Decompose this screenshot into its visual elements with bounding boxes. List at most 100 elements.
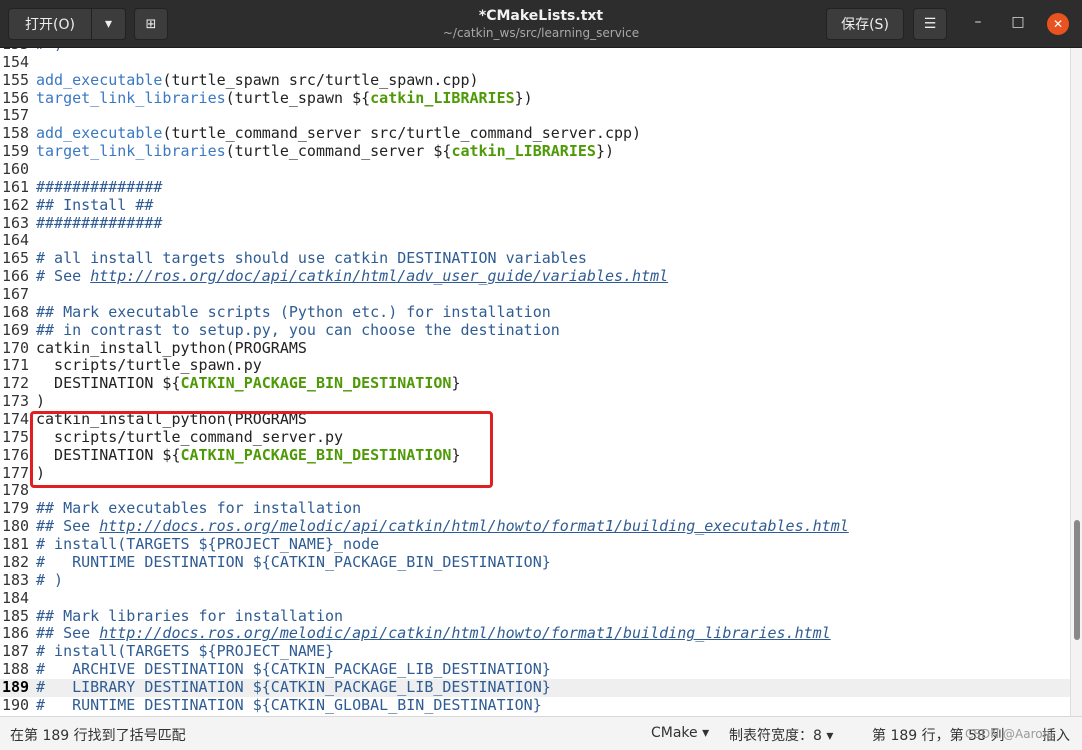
code-token-comment: # ) xyxy=(36,570,64,589)
code-token-comment: # RUNTIME DESTINATION ${CATKIN_PACKAGE_B… xyxy=(36,552,551,571)
vertical-scrollbar[interactable] xyxy=(1070,48,1082,716)
line-text: ## Mark executables for installation xyxy=(36,499,361,518)
code-line[interactable]: 168 ## Mark executable scripts (Python et… xyxy=(0,302,1070,322)
line-number: 159 xyxy=(2,142,30,161)
code-token-comment: ############## xyxy=(36,177,163,196)
code-link[interactable]: http://ros.org/doc/api/catkin/html/adv_u… xyxy=(90,267,668,285)
line-number: 188 xyxy=(2,660,30,679)
code-line[interactable]: 189 # LIBRARY DESTINATION ${CATKIN_PACKAG… xyxy=(0,677,1070,697)
line-text: # ) xyxy=(36,570,64,590)
code-token-var: catkin_LIBRARIES xyxy=(451,142,596,161)
line-number: 172 xyxy=(2,374,30,393)
line-number: 187 xyxy=(2,642,30,661)
hamburger-icon: ☰ xyxy=(923,16,937,32)
code-token-plain: DESTINATION ${ xyxy=(36,374,181,393)
line-number: 179 xyxy=(2,499,30,518)
code-line[interactable]: 169 ## in contrast to setup.py, you can c… xyxy=(0,320,1070,340)
code-token-comment: ## See xyxy=(36,517,100,536)
line-text: ############## xyxy=(36,213,163,233)
code-line[interactable]: 173) xyxy=(0,392,1070,411)
line-text: target_link_libraries(turtle_command_ser… xyxy=(36,142,614,161)
code-token-plain: (turtle_command_server src/turtle_comman… xyxy=(162,124,642,143)
code-token-comment: ## Mark executable scripts (Python etc.)… xyxy=(36,302,551,321)
code-line[interactable]: 157 xyxy=(0,107,1070,125)
code-line[interactable]: 172 DESTINATION ${CATKIN_PACKAGE_BIN_DES… xyxy=(0,374,1070,393)
line-text: add_executable(turtle_spawn src/turtle_s… xyxy=(36,70,479,90)
code-line[interactable]: 185 ## Mark libraries for installation xyxy=(0,607,1070,626)
code-line[interactable]: 159 target_link_libraries(turtle_command_… xyxy=(0,142,1070,161)
save-button[interactable]: 保存(S) xyxy=(826,8,904,40)
code-line[interactable]: 186 ## See http://docs.ros.org/melodic/ap… xyxy=(0,624,1070,643)
code-token-var: catkin_LIBRARIES xyxy=(370,88,515,107)
line-text: ## Mark libraries for installation xyxy=(36,607,343,626)
code-line[interactable]: 155 add_executable(turtle_spawn src/turtl… xyxy=(0,70,1070,90)
code-line[interactable]: 163 ############## xyxy=(0,213,1070,233)
code-link[interactable]: http://docs.ros.org/melodic/api/catkin/h… xyxy=(99,624,831,642)
line-number: 154 xyxy=(2,52,30,71)
code-line[interactable]: 171 scripts/turtle_spawn.py xyxy=(0,357,1070,375)
code-token-comment: ## Install ## xyxy=(36,195,154,214)
code-token-plain: } xyxy=(451,374,461,393)
code-view[interactable]: 153# )154155add_executable(turtle_spawn … xyxy=(0,48,1070,715)
code-token-comment: ############## xyxy=(36,213,163,232)
minimize-icon[interactable]: – xyxy=(968,14,988,30)
code-line[interactable]: 167 xyxy=(0,285,1070,304)
code-line[interactable]: 154 xyxy=(0,52,1070,72)
code-line[interactable]: 164 xyxy=(0,232,1070,250)
code-line[interactable]: 184 xyxy=(0,588,1070,608)
scrollbar-thumb[interactable] xyxy=(1074,520,1080,640)
line-number: 169 xyxy=(2,320,30,339)
line-number: 157 xyxy=(2,106,30,125)
code-token-comment: # all install targets should use catkin … xyxy=(36,249,587,268)
watermark: CSDN @Aaron xyxy=(965,727,1051,741)
code-token-comment: # LIBRARY DESTINATION ${CATKIN_PACKAGE_L… xyxy=(36,677,551,696)
code-line[interactable]: 166 # See http://ros.org/doc/api/catkin/h… xyxy=(0,267,1070,286)
code-token-plain: (turtle_spawn src/turtle_spawn.cpp) xyxy=(162,70,479,89)
code-line[interactable]: 156 target_link_libraries(turtle_spawn ${… xyxy=(0,88,1070,108)
language-selector[interactable]: CMake ▾ xyxy=(651,725,709,741)
line-text: ) xyxy=(36,392,45,411)
code-line[interactable]: 182 # RUNTIME DESTINATION ${CATKIN_PACKAG… xyxy=(0,552,1070,572)
code-line[interactable]: 160 xyxy=(0,160,1070,179)
line-text: # all install targets should use catkin … xyxy=(36,249,587,268)
line-number: 160 xyxy=(2,160,30,179)
tab-width-selector[interactable]: 制表符宽度：8 ▾ xyxy=(729,725,833,745)
code-link[interactable]: http://docs.ros.org/melodic/api/catkin/h… xyxy=(99,517,849,535)
code-line[interactable]: 158 add_executable(turtle_command_server … xyxy=(0,124,1070,143)
code-line[interactable]: 190 # RUNTIME DESTINATION ${CATKIN_GLOBAL… xyxy=(0,695,1070,715)
line-number: 158 xyxy=(2,124,30,143)
text-editor[interactable]: 153# )154155add_executable(turtle_spawn … xyxy=(0,48,1082,716)
code-line[interactable]: 170 catkin_install_python(PROGRAMS xyxy=(0,339,1070,358)
line-text: # See http://ros.org/doc/api/catkin/html… xyxy=(36,267,668,286)
line-text: ############## xyxy=(36,177,163,197)
line-text: # ARCHIVE DESTINATION ${CATKIN_PACKAGE_L… xyxy=(36,660,551,679)
line-number: 190 xyxy=(2,695,30,714)
line-text: ## See http://docs.ros.org/melodic/api/c… xyxy=(36,624,831,643)
line-number: 171 xyxy=(2,356,30,375)
code-line[interactable]: 165 # all install targets should use catk… xyxy=(0,249,1070,268)
status-bar: 在第 189 行找到了括号匹配 CMake ▾ 制表符宽度：8 ▾ 第 189 … xyxy=(0,716,1082,750)
code-line[interactable]: 179 ## Mark executables for installation xyxy=(0,499,1070,518)
line-number: 180 xyxy=(2,517,30,536)
code-line[interactable]: 180 ## See http://docs.ros.org/melodic/ap… xyxy=(0,517,1070,536)
line-number: 168 xyxy=(2,302,30,321)
code-line[interactable]: 162 ## Install ## xyxy=(0,195,1070,215)
line-number: 184 xyxy=(2,588,30,607)
code-line[interactable]: 183 # ) xyxy=(0,570,1070,590)
code-token-func: add_executable xyxy=(36,70,163,89)
code-line[interactable]: 187 # install(TARGETS ${PROJECT_NAME} xyxy=(0,642,1070,661)
line-number: 164 xyxy=(2,231,30,250)
line-text: # install(TARGETS ${PROJECT_NAME}_node xyxy=(36,535,379,554)
maximize-icon[interactable]: □ xyxy=(1008,14,1028,30)
code-token-comment: # install(TARGETS ${PROJECT_NAME} xyxy=(36,642,335,661)
line-text: target_link_libraries(turtle_spawn ${cat… xyxy=(36,88,533,108)
code-token-plain: (turtle_spawn ${ xyxy=(225,88,371,107)
code-line[interactable]: 188 # ARCHIVE DESTINATION ${CATKIN_PACKAG… xyxy=(0,660,1070,679)
code-line[interactable]: 161 ############## xyxy=(0,177,1070,197)
line-number: 155 xyxy=(2,70,30,89)
menu-button[interactable]: ☰ xyxy=(913,8,947,40)
close-icon[interactable]: ✕ xyxy=(1047,13,1069,35)
code-line[interactable]: 181 # install(TARGETS ${PROJECT_NAME}_nod… xyxy=(0,535,1070,554)
code-token-plain: (turtle_command_server ${ xyxy=(225,142,452,161)
line-text: ## in contrast to setup.py, you can choo… xyxy=(36,321,560,340)
